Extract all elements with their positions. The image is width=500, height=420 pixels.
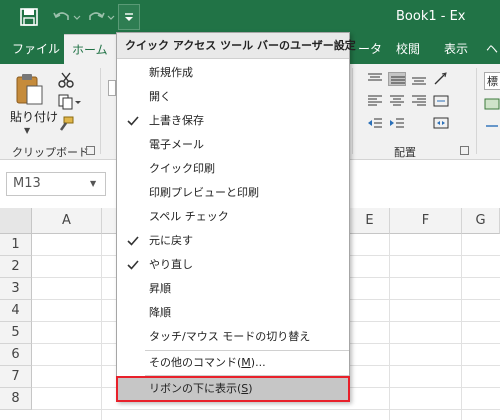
gridline [461,234,462,420]
menu-item-print-preview[interactable]: 印刷プレビューと印刷 [117,181,349,205]
menu-item-label: 降順 [149,306,171,319]
checkmark-icon [127,260,139,270]
gridline [101,234,102,420]
tab-data[interactable]: ータ [350,34,390,64]
tab-file[interactable]: ファイル [4,34,68,64]
alignment-launcher-icon[interactable] [460,146,469,155]
menu-item-label: タッチ/マウス モードの切り替え [149,330,311,343]
menu-item-label: 新規作成 [149,66,193,79]
align-right-icon[interactable] [410,94,428,108]
menu-item-sort-ascending[interactable]: 昇順 [117,277,349,301]
redo-icon[interactable] [88,8,118,26]
ribbon-separator [476,68,477,154]
tab-review[interactable]: 校閲 [388,34,428,64]
align-left-icon[interactable] [366,94,384,108]
menu-item-label: 元に戻す [149,234,193,247]
row-header[interactable]: 4 [0,300,32,322]
name-box-dropdown-icon[interactable]: ▼ [90,179,96,188]
undo-icon[interactable] [52,8,82,26]
number-format-box[interactable]: 標 [484,72,500,90]
title-bar: Book1 - Ex [0,0,500,34]
ribbon-separator [100,68,101,154]
menu-item-quick-print[interactable]: クイック印刷 [117,157,349,181]
font-name-box[interactable] [108,80,116,96]
row-header[interactable]: 1 [0,234,32,256]
menu-item-more-commands[interactable]: その他のコマンド(M)... [117,351,349,375]
menu-item-open[interactable]: 開く [117,85,349,109]
menu-item-label: 電子メール [149,138,204,151]
row-header[interactable]: 8 [0,388,32,410]
select-all-corner[interactable] [0,208,32,234]
menu-item-undo[interactable]: 元に戻す [117,229,349,253]
row-header[interactable]: 5 [0,322,32,344]
row-header[interactable]: 6 [0,344,32,366]
menu-item-label: クイック印刷 [149,162,215,175]
gridline [389,234,390,420]
menu-item-label: 開く [149,90,171,103]
copy-icon[interactable] [58,94,81,110]
tab-view[interactable]: 表示 [436,34,476,64]
menu-item-spelling[interactable]: スペル チェック [117,205,349,229]
gridline [32,409,500,410]
row-header[interactable]: 3 [0,278,32,300]
menu-item-label: 印刷プレビューと印刷 [149,186,259,199]
qat-customize-menu: クイック アクセス ツール バーのユーザー設定 新規作成 開く 上書き保存 電子… [116,32,356,402]
clipboard-launcher-icon[interactable] [86,146,95,155]
checkmark-icon [127,236,139,246]
menu-item-redo[interactable]: やり直し [117,253,349,277]
menu-item-label: 昇順 [149,282,171,295]
menu-item-label: 上書き保存 [149,114,204,127]
row-header[interactable]: 7 [0,366,32,388]
menu-item-touch-mouse-mode[interactable]: タッチ/マウス モードの切り替え [117,325,349,349]
menu-item-label: リボンの下に表示(S) [149,382,253,395]
menu-item-email[interactable]: 電子メール [117,133,349,157]
menu-item-label: スペル チェック [149,210,229,223]
tab-home[interactable]: ホーム [64,34,116,64]
clipboard-group-label: クリップボード [12,146,89,159]
menu-item-label: その他のコマンド(M)... [149,356,266,369]
menu-item-save[interactable]: 上書き保存 [117,109,349,133]
menu-item-show-below-ribbon[interactable]: リボンの下に表示(S) [116,376,350,402]
alignment-group-label: 配置 [394,146,416,159]
align-center-icon[interactable] [388,94,406,108]
menu-header: クイック アクセス ツール バーのユーザー設定 [117,33,356,59]
increase-indent-icon[interactable] [388,116,406,130]
column-header[interactable]: G [462,208,500,234]
format-painter-icon[interactable] [58,116,74,132]
wrap-text-icon[interactable] [432,94,450,108]
currency-icon[interactable] [484,96,500,112]
menu-item-new[interactable]: 新規作成 [117,61,349,85]
window-title: Book1 - Ex [396,9,466,24]
column-header[interactable]: A [32,208,102,234]
menu-item-label: やり直し [149,258,193,271]
ribbon-separator [352,68,353,154]
orientation-icon[interactable] [432,72,450,86]
align-middle-icon[interactable] [388,72,406,86]
paste-button[interactable]: 貼り付け [10,108,58,125]
paste-icon[interactable] [14,72,44,106]
decimal-icon[interactable] [484,118,500,134]
merge-center-icon[interactable] [432,116,450,130]
menu-item-sort-descending[interactable]: 降順 [117,301,349,325]
checkmark-icon [127,116,139,126]
save-icon[interactable] [20,8,38,26]
qat-customize-button[interactable] [118,4,140,30]
align-top-icon[interactable] [366,72,384,86]
align-bottom-icon[interactable] [410,72,428,86]
decrease-indent-icon[interactable] [366,116,384,130]
paste-dropdown-icon[interactable]: ▼ [24,126,30,135]
column-header[interactable]: E [350,208,390,234]
row-header[interactable]: 2 [0,256,32,278]
column-header[interactable]: F [390,208,462,234]
cut-icon[interactable] [58,72,74,88]
menu-divider [145,375,349,376]
tab-help[interactable]: ヘ [478,34,500,64]
